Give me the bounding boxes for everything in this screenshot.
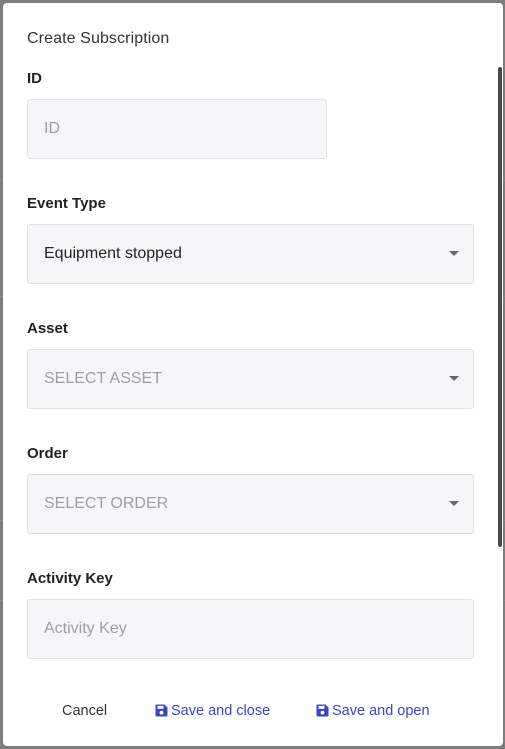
save-and-open-button[interactable]: Save and open: [316, 698, 430, 724]
cancel-button-label: Cancel: [62, 703, 108, 719]
asset-label: Asset: [27, 320, 68, 337]
floppy-disk-icon: [155, 700, 168, 726]
event-type-label: Event Type: [27, 195, 106, 212]
id-label: ID: [27, 70, 42, 87]
dialog-title: Create Subscription: [27, 30, 170, 47]
order-select[interactable]: SELECT ORDER: [27, 474, 474, 534]
asset-select[interactable]: SELECT ASSET: [27, 349, 474, 409]
save-and-open-label: Save and open: [332, 703, 430, 719]
chevron-down-icon: [449, 251, 459, 256]
save-and-close-button[interactable]: Save and close: [155, 698, 270, 724]
event-type-select[interactable]: Equipment stopped: [27, 224, 474, 284]
order-placeholder: SELECT ORDER: [44, 495, 169, 512]
id-input[interactable]: ID: [27, 99, 327, 159]
scrollbar-thumb[interactable]: [498, 67, 502, 547]
order-label: Order: [27, 445, 68, 462]
activity-key-input[interactable]: Activity Key: [27, 599, 474, 659]
asset-placeholder: SELECT ASSET: [44, 370, 162, 387]
save-and-close-label: Save and close: [171, 703, 271, 719]
chevron-down-icon: [449, 376, 459, 381]
activity-key-label: Activity Key: [27, 570, 113, 587]
id-placeholder: ID: [44, 120, 60, 137]
create-subscription-dialog: Create Subscription ID ID Event Type Equ…: [3, 3, 503, 746]
cancel-button[interactable]: Cancel: [62, 698, 107, 724]
event-type-value: Equipment stopped: [44, 245, 182, 262]
activity-key-placeholder: Activity Key: [44, 620, 127, 637]
chevron-down-icon: [449, 501, 459, 506]
floppy-disk-icon: [316, 700, 329, 726]
